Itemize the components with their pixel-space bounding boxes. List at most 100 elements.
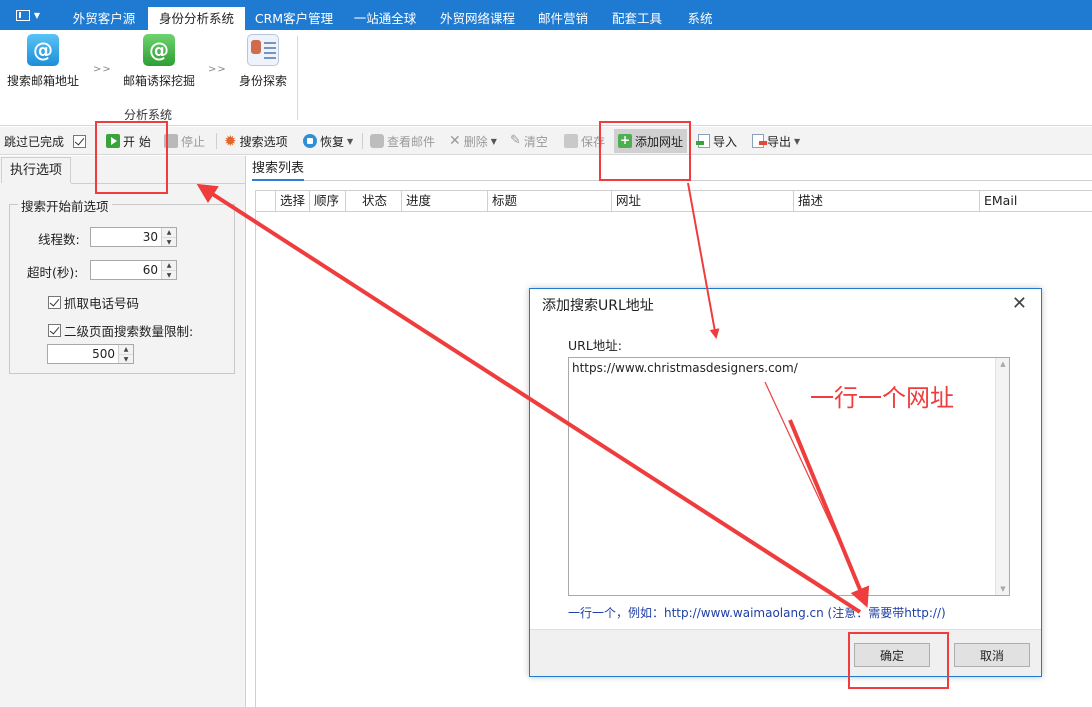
column-header-select[interactable]: 选择 — [276, 191, 310, 211]
column-header-progress[interactable]: 进度 — [402, 191, 488, 211]
second-level-limit-spinner[interactable]: 500 ▲ ▼ — [47, 344, 134, 364]
chevron-down-icon[interactable]: ▼ — [119, 354, 133, 363]
email-mining-label: 邮箱诱探挖掘 — [122, 74, 195, 88]
skip-completed-option[interactable]: 跳过已完成 — [4, 127, 87, 155]
timeout-spinner[interactable]: 60 ▲ ▼ — [90, 260, 177, 280]
highlight-start-button — [95, 121, 168, 194]
identity-explore-label: 身份探索 — [238, 74, 287, 88]
search-email-button[interactable]: 搜索邮箱地址 — [4, 34, 82, 89]
gear-icon: ✹ — [224, 132, 237, 150]
restore-icon — [303, 134, 317, 148]
add-url-dialog: 添加搜索URL地址 ✕ URL地址: https://www.christmas… — [529, 288, 1042, 677]
delete-button[interactable]: ✕ 删除 ▼ — [449, 127, 497, 155]
spinner-buttons[interactable]: ▲ ▼ — [161, 261, 176, 279]
capture-phone-checkbox[interactable] — [48, 296, 61, 309]
eraser-icon: ✎ — [510, 133, 521, 148]
ribbon-divider — [297, 36, 298, 120]
threads-label: 线程数: — [38, 232, 80, 247]
url-label: URL地址: — [568, 338, 623, 353]
ribbon-separator: >> — [208, 64, 227, 75]
save-icon — [564, 134, 578, 148]
mail-mining-icon — [143, 34, 175, 66]
restore-label: 恢复 — [320, 134, 345, 149]
menu-tab-system[interactable]: 系统 — [678, 6, 722, 30]
dialog-footer: 确定 取消 — [530, 629, 1041, 676]
tab-execution-options[interactable]: 执行选项 — [1, 157, 71, 183]
search-options-button[interactable]: ✹ 搜索选项 — [224, 127, 288, 155]
export-icon — [752, 134, 767, 148]
tab-underline — [304, 180, 1092, 181]
app-menu-icon — [15, 9, 30, 21]
email-mining-button[interactable]: 邮箱诱探挖掘 — [118, 34, 200, 89]
url-input-scrollbar[interactable]: ▲ ▼ — [995, 358, 1009, 595]
top-menu-bar: ▼ 外贸客户源 身份分析系统 CRM客户管理 一站通全球 外贸网络课程 邮件营销… — [0, 0, 1092, 30]
toolbar-divider — [362, 133, 363, 149]
stop-label: 停止 — [181, 134, 206, 149]
second-level-limit-value: 500 — [92, 347, 115, 361]
export-label: 导出 — [767, 134, 792, 149]
menu-tab-online-courses[interactable]: 外贸网络课程 — [430, 6, 525, 30]
chevron-up-icon[interactable]: ▲ — [162, 261, 176, 270]
second-level-limit-checkbox[interactable] — [48, 324, 61, 337]
ribbon: 搜索邮箱地址 >> 邮箱诱探挖掘 >> 身份探索 分析系统 — [0, 30, 1092, 126]
second-level-limit-option[interactable]: 二级页面搜索数量限制: — [48, 321, 193, 340]
execution-options-panel: 执行选项 搜索开始前选项 线程数: 30 ▲ ▼ 超时(秒): 60 ▲ ▼ 抓取电… — [0, 156, 246, 707]
column-header-order[interactable]: 顺序 — [310, 191, 346, 211]
stop-button[interactable]: 停止 — [164, 127, 205, 155]
threads-spinner[interactable]: 30 ▲ ▼ — [90, 227, 177, 247]
menu-tab-global-one-stop[interactable]: 一站通全球 — [344, 6, 426, 30]
close-icon[interactable]: ✕ — [1012, 293, 1027, 314]
search-options-label: 搜索选项 — [239, 134, 288, 149]
chevron-down-icon: ▼ — [33, 10, 41, 20]
capture-phone-label: 抓取电话号码 — [64, 296, 140, 311]
import-label: 导入 — [713, 134, 738, 149]
highlight-ok-button — [848, 632, 949, 689]
app-menu-button[interactable]: ▼ — [0, 0, 56, 30]
column-header-status[interactable]: 状态 — [346, 191, 402, 211]
view-mail-button[interactable]: 查看邮件 — [370, 127, 435, 155]
skip-completed-checkbox[interactable] — [73, 134, 87, 148]
column-header-title[interactable]: 标题 — [488, 191, 612, 211]
spinner-buttons[interactable]: ▲ ▼ — [161, 228, 176, 246]
second-level-limit-label: 二级页面搜索数量限制: — [64, 324, 194, 339]
column-header-email[interactable]: EMail — [980, 191, 1092, 211]
chevron-down-icon[interactable]: ▼ — [162, 237, 176, 246]
chevron-down-icon: ▼ — [490, 136, 497, 146]
chevron-up-icon[interactable]: ▲ — [162, 228, 176, 237]
clear-button[interactable]: ✎ 清空 — [510, 127, 548, 155]
column-header-url[interactable]: 网址 — [612, 191, 794, 211]
url-hint: 一行一个，例如：http://www.waimaolang.cn (注意：需要带… — [568, 606, 946, 620]
chevron-down-icon[interactable]: ▼ — [996, 585, 1010, 593]
threads-value: 30 — [142, 230, 158, 244]
identity-explore-button[interactable]: 身份探索 — [234, 34, 292, 89]
export-button[interactable]: 导出 ▼ — [752, 127, 800, 155]
dialog-title: 添加搜索URL地址 — [542, 298, 654, 314]
delete-icon: ✕ — [449, 133, 461, 149]
chevron-down-icon: ▼ — [794, 136, 801, 146]
import-button[interactable]: 导入 — [696, 127, 738, 155]
chevron-up-icon[interactable]: ▲ — [996, 360, 1010, 368]
group-title: 搜索开始前选项 — [18, 196, 112, 215]
chevron-down-icon[interactable]: ▼ — [162, 270, 176, 279]
chevron-up-icon[interactable]: ▲ — [119, 345, 133, 354]
menu-tab-email-marketing[interactable]: 邮件营销 — [529, 6, 597, 30]
tab-search-list[interactable]: 搜索列表 — [252, 159, 304, 181]
menu-tab-tools[interactable]: 配套工具 — [602, 6, 672, 30]
restore-button[interactable]: 恢复 ▼ — [303, 127, 353, 155]
menu-tab-identity-analysis[interactable]: 身份分析系统 — [148, 7, 245, 30]
id-card-icon — [247, 34, 279, 66]
capture-phone-option[interactable]: 抓取电话号码 — [48, 293, 139, 312]
spinner-buttons[interactable]: ▲ ▼ — [118, 345, 133, 363]
menu-tab-crm[interactable]: CRM客户管理 — [248, 6, 340, 30]
highlight-add-url-button — [599, 121, 691, 181]
clear-label: 清空 — [523, 134, 548, 149]
menu-tab-foreign-trade-customers[interactable]: 外贸客户源 — [62, 6, 146, 30]
cancel-button[interactable]: 取消 — [954, 643, 1030, 667]
column-header-description[interactable]: 描述 — [794, 191, 980, 211]
import-icon — [696, 134, 710, 148]
delete-label: 删除 — [463, 134, 488, 149]
timeout-label: 超时(秒): — [27, 265, 79, 280]
annotation-note: 一行一个网址 — [810, 384, 954, 412]
chevron-down-icon: ▼ — [347, 136, 354, 146]
skip-completed-label: 跳过已完成 — [4, 134, 65, 149]
